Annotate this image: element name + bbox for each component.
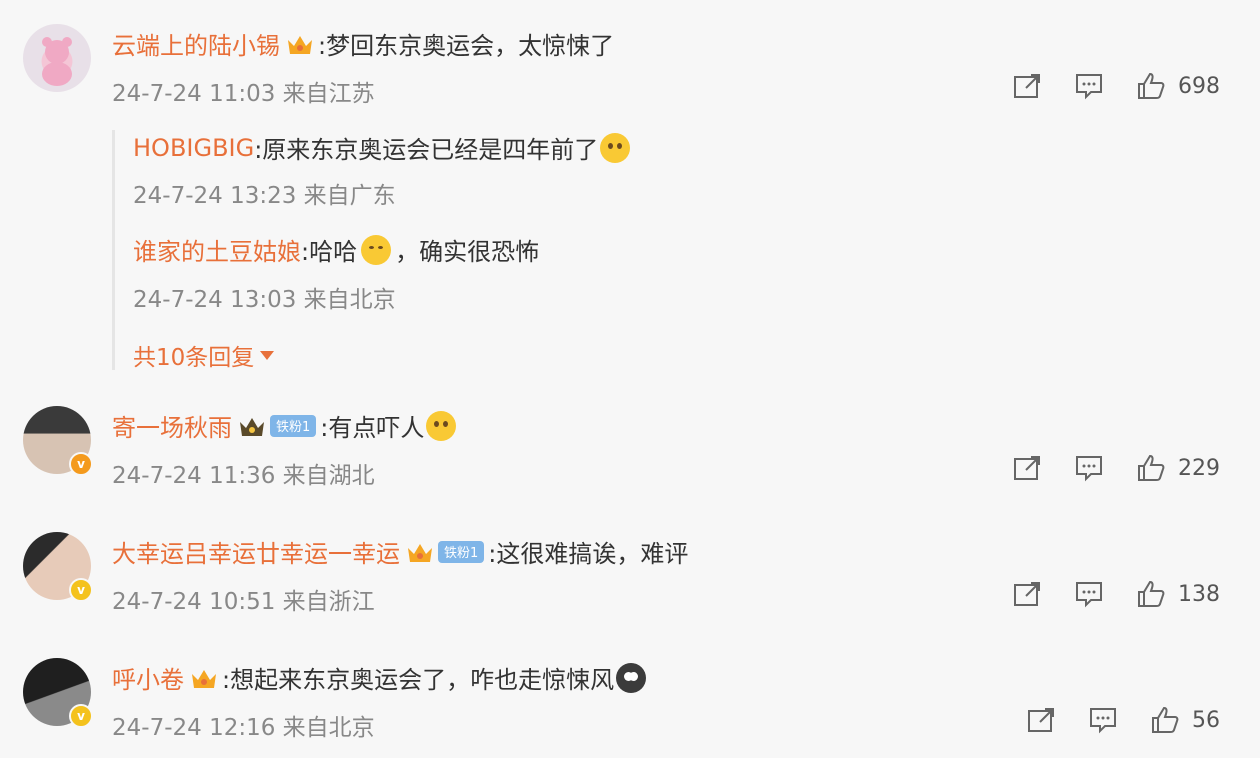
comment-icon[interactable] xyxy=(1088,706,1118,734)
crown-icon xyxy=(286,32,314,56)
reply-meta: 24-7-24 13:23 来自广东 xyxy=(133,176,396,210)
reply-text: :原来东京奥运会已经是四年前了 xyxy=(254,136,599,164)
share-icon[interactable] xyxy=(1012,580,1042,608)
verified-badge-icon: v xyxy=(69,452,93,476)
comment-meta: 24-7-24 11:36 来自湖北 xyxy=(112,456,375,490)
scared-emoji-icon xyxy=(616,662,647,693)
fan-badge: 铁粉1 xyxy=(438,540,485,563)
comment-text: :想起来东京奥运会了，咋也走惊悚风 xyxy=(222,666,615,694)
like-icon[interactable] xyxy=(1136,580,1166,608)
comment-header: 大幸运吕幸运廿幸运一幸运 铁粉1 :这很难搞诶，难评 xyxy=(112,534,688,569)
avatar[interactable]: v xyxy=(23,658,93,728)
avatar[interactable]: v xyxy=(23,406,93,476)
location: 来自北京 xyxy=(303,287,396,313)
comment-icon[interactable] xyxy=(1074,454,1104,482)
location: 来自浙江 xyxy=(282,589,375,615)
like-icon[interactable] xyxy=(1136,72,1166,100)
crown-icon xyxy=(406,540,434,564)
comment-meta: 24-7-24 11:03 来自江苏 xyxy=(112,74,375,108)
comment-meta: 24-7-24 12:16 来自北京 xyxy=(112,708,375,742)
comment-text: :有点吓人 xyxy=(320,414,425,442)
caret-down-icon xyxy=(260,350,275,360)
location: 来自广东 xyxy=(303,183,396,209)
like-count: 56 xyxy=(1192,707,1220,733)
comment-header: 云端上的陆小锡 :梦回东京奥运会，太惊悚了 xyxy=(112,26,614,61)
flushed-emoji-icon xyxy=(600,132,631,163)
comment-actions: 56 xyxy=(1026,706,1220,734)
more-replies-label: 共10条回复 xyxy=(133,345,255,371)
timestamp: 24-7-24 13:03 xyxy=(133,287,297,313)
timestamp: 24-7-24 12:16 xyxy=(112,715,276,741)
comment-meta: 24-7-24 10:51 来自浙江 xyxy=(112,582,375,616)
like-count: 698 xyxy=(1178,73,1220,99)
comment-actions: 698 xyxy=(1012,72,1220,100)
share-icon[interactable] xyxy=(1012,72,1042,100)
verified-badge-icon: v xyxy=(69,578,93,602)
like-count: 229 xyxy=(1178,455,1220,481)
reply-username[interactable]: HOBIGBIG xyxy=(133,134,254,162)
username[interactable]: 寄一场秋雨 xyxy=(112,408,232,443)
location: 来自江苏 xyxy=(282,81,375,107)
comment-text: :这很难搞诶，难评 xyxy=(488,540,689,568)
bear-avatar-icon xyxy=(42,37,72,86)
reply-text-suffix: ，确实很恐怖 xyxy=(395,238,540,266)
reply-thread: HOBIGBIG :原来东京奥运会已经是四年前了 24-7-24 13:23 来… xyxy=(112,130,712,372)
location: 来自湖北 xyxy=(282,463,375,489)
username[interactable]: 云端上的陆小锡 xyxy=(112,26,280,61)
reply-2: 谁家的土豆姑娘 :哈哈 ，确实很恐怖 xyxy=(133,232,539,267)
username[interactable]: 大幸运吕幸运廿幸运一幸运 xyxy=(112,534,400,569)
comment-actions: 229 xyxy=(1012,454,1220,482)
timestamp: 24-7-24 13:23 xyxy=(133,183,297,209)
like-icon[interactable] xyxy=(1136,454,1166,482)
comment-icon[interactable] xyxy=(1074,580,1104,608)
share-icon[interactable] xyxy=(1026,706,1056,734)
reply-username[interactable]: 谁家的土豆姑娘 xyxy=(133,232,301,267)
more-replies-button[interactable]: 共10条回复 xyxy=(133,338,275,372)
fan-badge: 铁粉1 xyxy=(270,414,317,437)
laugh-emoji-icon xyxy=(361,234,392,265)
timestamp: 24-7-24 10:51 xyxy=(112,589,276,615)
comment-icon[interactable] xyxy=(1074,72,1104,100)
comment-actions: 138 xyxy=(1012,580,1220,608)
avatar[interactable] xyxy=(23,24,91,92)
username[interactable]: 呼小卷 xyxy=(112,660,184,695)
crown-icon xyxy=(238,414,266,438)
crown-icon xyxy=(190,666,218,690)
like-icon[interactable] xyxy=(1150,706,1180,734)
share-icon[interactable] xyxy=(1012,454,1042,482)
comment-text: :梦回东京奥运会，太惊悚了 xyxy=(318,32,615,60)
verified-badge-icon: v xyxy=(69,704,93,728)
reply-1: HOBIGBIG :原来东京奥运会已经是四年前了 xyxy=(133,130,631,165)
reply-text: :哈哈 xyxy=(301,238,358,266)
comment-header: 寄一场秋雨 铁粉1 :有点吓人 xyxy=(112,408,457,443)
reply-meta: 24-7-24 13:03 来自北京 xyxy=(133,280,396,314)
surprised-emoji-icon xyxy=(426,410,457,441)
timestamp: 24-7-24 11:03 xyxy=(112,81,276,107)
location: 来自北京 xyxy=(282,715,375,741)
timestamp: 24-7-24 11:36 xyxy=(112,463,276,489)
avatar[interactable]: v xyxy=(23,532,93,602)
comment-header: 呼小卷 :想起来东京奥运会了，咋也走惊悚风 xyxy=(112,660,647,695)
like-count: 138 xyxy=(1178,581,1220,607)
